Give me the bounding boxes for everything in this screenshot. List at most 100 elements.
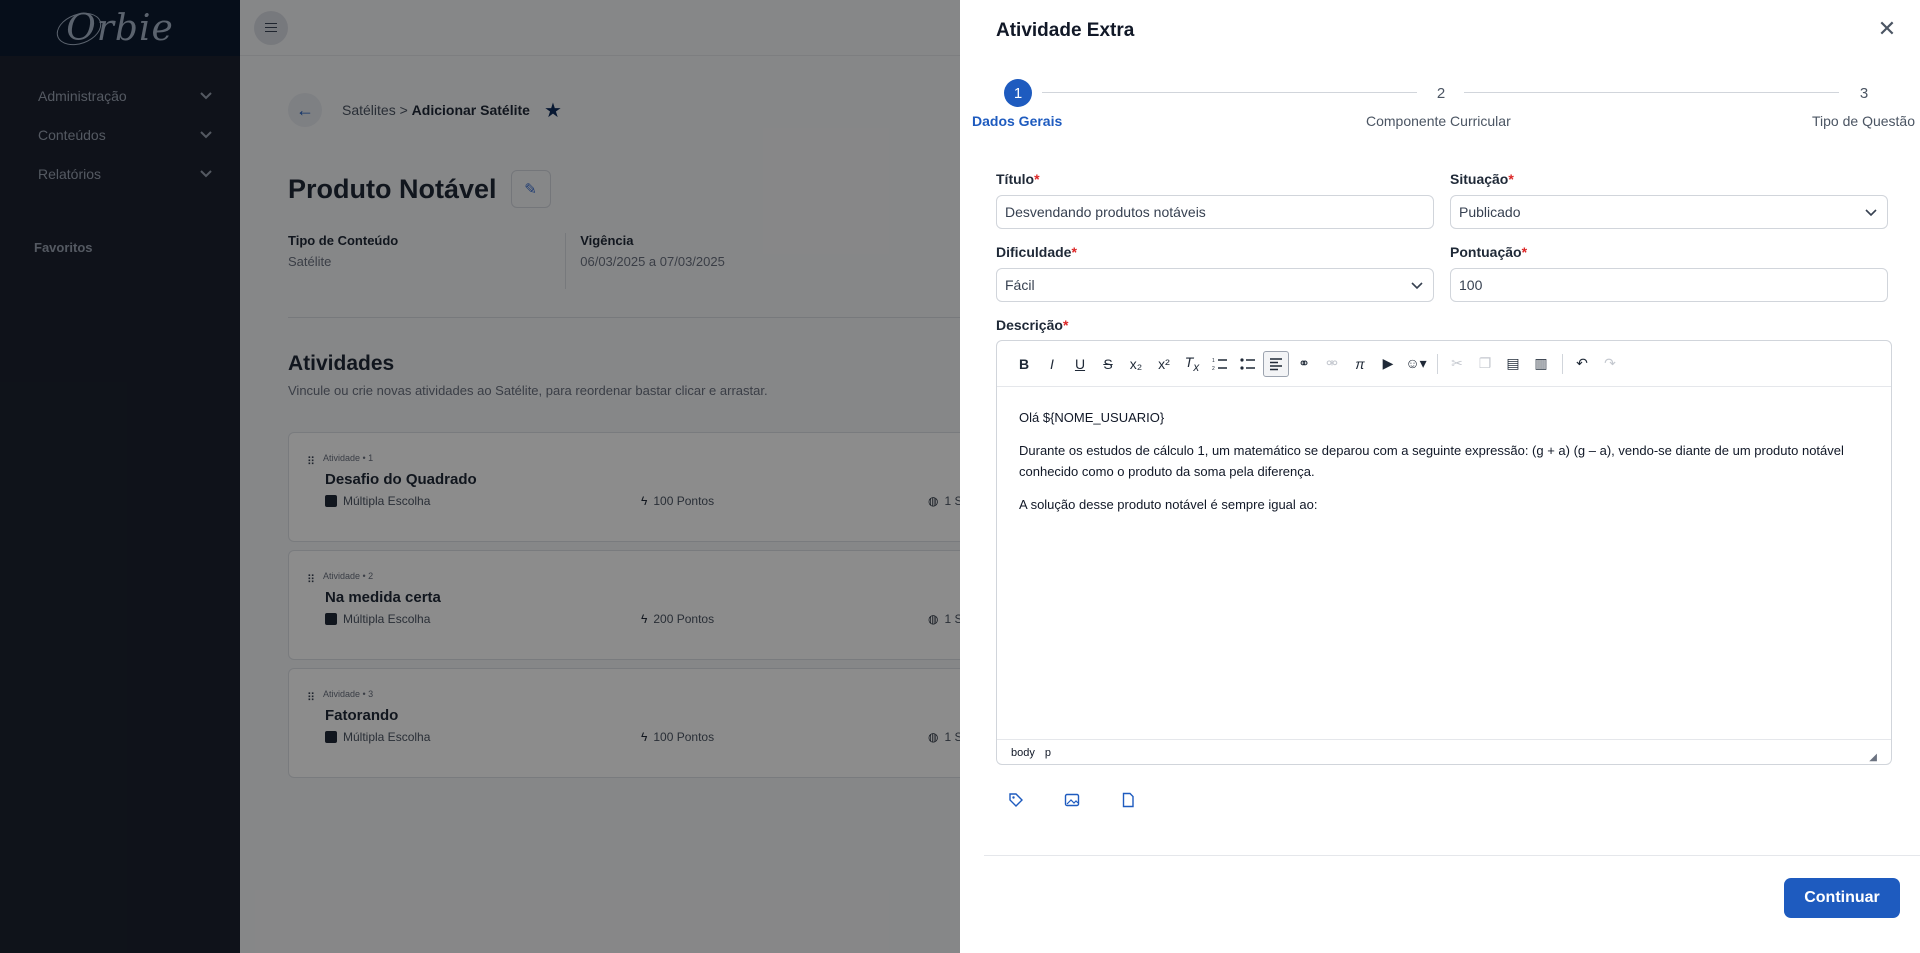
paste-button[interactable]: ▤ xyxy=(1500,351,1526,377)
activity-drawer: Atividade Extra ✕ 1 Dados Gerais 2 Compo… xyxy=(960,0,1920,953)
required-mark: * xyxy=(1034,171,1040,187)
tag-button[interactable] xyxy=(1006,790,1026,810)
score-input[interactable]: 100 xyxy=(1450,268,1888,302)
label-text: Pontuação xyxy=(1450,244,1522,260)
image-icon xyxy=(1064,793,1080,807)
rich-text-editor: B I U S x₂ x² Tx 12 ⚭ ⚮ π ▶ ☺▾ ✂ ❐ ▤ ▥ ↶… xyxy=(996,340,1892,765)
stepper: 1 Dados Gerais 2 Componente Curricular 3… xyxy=(972,76,1915,136)
youtube-icon: ▶ xyxy=(1382,355,1394,371)
label-text: Descrição xyxy=(996,317,1063,333)
tag-icon xyxy=(1009,793,1023,807)
underline-button[interactable]: U xyxy=(1067,351,1093,377)
cut-button[interactable]: ✂ xyxy=(1444,351,1470,377)
formula-button[interactable]: π xyxy=(1347,351,1373,377)
italic-button[interactable]: I xyxy=(1039,351,1065,377)
editor-status-bar: body p ◢ xyxy=(997,739,1891,766)
continue-button[interactable]: Continuar xyxy=(1784,878,1900,918)
bold-icon: B xyxy=(1018,355,1030,372)
element-path-item[interactable]: body xyxy=(1011,747,1035,759)
footer-divider xyxy=(984,855,1920,856)
align-left-icon xyxy=(1270,357,1282,370)
close-icon[interactable]: ✕ xyxy=(1876,18,1898,40)
unlink-icon: ⚮ xyxy=(1326,355,1338,371)
step-3-indicator[interactable]: 3 xyxy=(1850,79,1878,107)
label-text: Situação xyxy=(1450,171,1509,187)
label-text: Dificuldade xyxy=(996,244,1072,260)
emoji-icon: ☺▾ xyxy=(1405,355,1427,371)
title-input[interactable]: Desvendando produtos notáveis xyxy=(996,195,1434,229)
image-button[interactable] xyxy=(1062,790,1082,810)
link-button[interactable]: ⚭ xyxy=(1291,351,1317,377)
clipboard-text-icon: ▥ xyxy=(1534,355,1548,371)
toolbar-separator xyxy=(1562,353,1563,374)
ordered-list-button[interactable]: 12 xyxy=(1207,351,1233,377)
step-connector xyxy=(1042,92,1417,93)
step-2-label[interactable]: Componente Curricular xyxy=(1366,113,1511,129)
resize-handle-icon[interactable]: ◢ xyxy=(1869,752,1877,763)
file-button[interactable] xyxy=(1118,790,1138,810)
clipboard-icon: ▤ xyxy=(1506,355,1520,371)
subscript-button[interactable]: x₂ xyxy=(1123,351,1149,377)
drawer-title: Atividade Extra xyxy=(996,20,1135,41)
label-text: Título xyxy=(996,171,1035,187)
undo-icon: ↶ xyxy=(1576,355,1588,371)
description-label: Descrição* xyxy=(996,317,1068,333)
score-input-value: 100 xyxy=(1459,277,1483,293)
strikethrough-button[interactable]: S xyxy=(1095,351,1121,377)
video-button[interactable]: ▶ xyxy=(1375,351,1401,377)
redo-icon: ↷ xyxy=(1604,355,1616,371)
redo-button[interactable]: ↷ xyxy=(1597,351,1623,377)
status-select-value: Publicado xyxy=(1459,204,1521,220)
title-label: Título* xyxy=(996,171,1040,187)
link-icon: ⚭ xyxy=(1298,355,1310,371)
clear-format-icon: Tx xyxy=(1184,353,1200,374)
title-input-value: Desvendando produtos notáveis xyxy=(1005,204,1206,220)
clear-format-button[interactable]: Tx xyxy=(1179,351,1205,377)
element-path-item[interactable]: p xyxy=(1045,747,1051,759)
superscript-icon: x² xyxy=(1158,355,1170,372)
required-mark: * xyxy=(1508,171,1514,187)
copy-icon: ❐ xyxy=(1478,355,1492,371)
difficulty-label: Dificuldade* xyxy=(996,244,1077,260)
required-mark: * xyxy=(1521,244,1528,260)
required-mark: * xyxy=(1071,244,1077,260)
status-label: Situação* xyxy=(1450,171,1514,187)
score-label: Pontuação* xyxy=(1450,244,1527,260)
ordered-list-icon: 12 xyxy=(1212,358,1227,372)
undo-button[interactable]: ↶ xyxy=(1569,351,1595,377)
step-connector xyxy=(1464,92,1839,93)
editor-toolbar: B I U S x₂ x² Tx 12 ⚭ ⚮ π ▶ ☺▾ ✂ ❐ ▤ ▥ ↶… xyxy=(997,341,1891,387)
bullet-list-button[interactable] xyxy=(1235,351,1261,377)
pi-icon: π xyxy=(1355,355,1365,372)
bullet-list-icon xyxy=(1240,357,1255,370)
italic-icon: I xyxy=(1050,355,1054,372)
emoji-button[interactable]: ☺▾ xyxy=(1403,351,1429,377)
step-1-label[interactable]: Dados Gerais xyxy=(972,113,1062,129)
underline-icon: U xyxy=(1074,355,1086,372)
svg-text:1: 1 xyxy=(1212,358,1215,364)
paste-text-button[interactable]: ▥ xyxy=(1528,351,1554,377)
required-mark: * xyxy=(1062,317,1069,333)
subscript-icon: x₂ xyxy=(1129,355,1143,372)
copy-button[interactable]: ❐ xyxy=(1472,351,1498,377)
editor-content[interactable]: Olá ${NOME_USUARIO} Durante os estudos d… xyxy=(997,387,1891,739)
unlink-button[interactable]: ⚮ xyxy=(1319,351,1345,377)
difficulty-select-value: Fácil xyxy=(1005,277,1035,293)
toolbar-separator xyxy=(1437,353,1438,374)
editor-paragraph: A solução desse produto notável é sempre… xyxy=(1019,497,1318,512)
step-2-indicator[interactable]: 2 xyxy=(1427,79,1455,107)
superscript-button[interactable]: x² xyxy=(1151,351,1177,377)
chevron-down-icon xyxy=(1411,282,1423,290)
chevron-down-icon xyxy=(1865,209,1877,217)
bold-button[interactable]: B xyxy=(1011,351,1037,377)
step-3-label[interactable]: Tipo de Questão xyxy=(1812,113,1915,129)
align-left-button[interactable] xyxy=(1263,350,1289,377)
svg-text:2: 2 xyxy=(1212,366,1215,372)
step-1-indicator[interactable]: 1 xyxy=(1004,79,1032,107)
editor-paragraph: Durante os estudos de cálculo 1, um mate… xyxy=(1019,443,1844,479)
status-select[interactable]: Publicado xyxy=(1450,195,1888,229)
difficulty-select[interactable]: Fácil xyxy=(996,268,1434,302)
attachment-actions xyxy=(1006,790,1174,810)
editor-paragraph: Olá ${NOME_USUARIO} xyxy=(1019,410,1165,425)
strikethrough-icon: S xyxy=(1103,355,1113,372)
